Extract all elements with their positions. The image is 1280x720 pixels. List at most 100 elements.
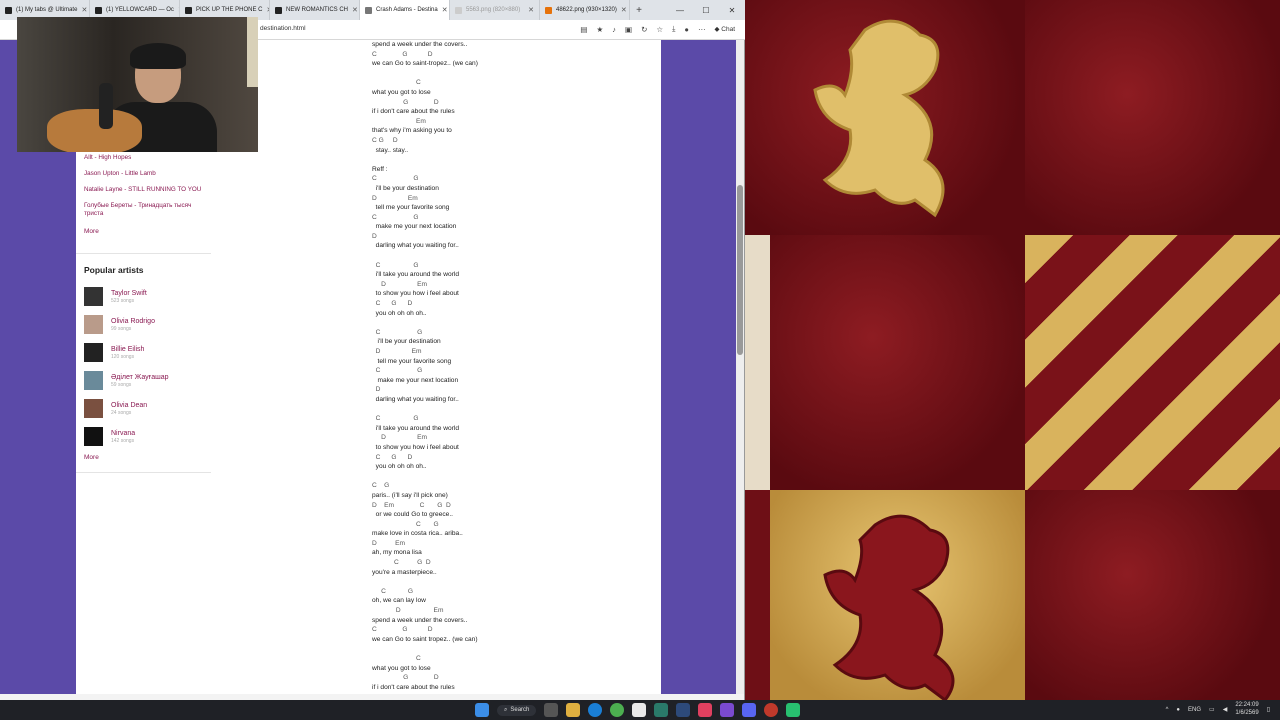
refresh-icon[interactable]: ↻ [641,25,647,34]
music-icon[interactable] [698,703,713,717]
app-icon[interactable] [632,703,647,717]
page-scrollbar[interactable] [736,40,744,694]
lyric-line: spend a week under the covers.. [372,41,468,48]
reader-icon[interactable]: ▤ [580,25,587,34]
chat-button[interactable]: ◆ Chat [714,25,735,33]
task-view-icon[interactable] [544,703,559,717]
microphone-tray-icon[interactable]: ● [1176,707,1180,713]
more-songs-link[interactable]: More [84,228,209,235]
close-window-icon[interactable]: ✕ [719,6,745,15]
scrollbar-thumb[interactable] [737,185,743,355]
tab-5563-png[interactable]: 5563.png (820×880) ✕ [450,0,540,20]
artist-item[interactable]: Olivia Rodrigo 99 songs [84,310,209,338]
lyric-line: if i don't care about the rules [372,683,455,691]
lyric-line: we can Go to saint-tropez.. (we can) [372,60,478,68]
song-link[interactable]: Natalie Layne - STILL RUNNING TO YOU [84,186,209,194]
notification-icon[interactable]: ▯ [1267,706,1270,713]
chord-line: C G [372,587,414,595]
chevron-up-icon[interactable]: ^ [1166,707,1169,713]
taskbar: ⌕ Search ^ ● ENG ▭ ◀ 22:24:09 1/6/2569 ▯ [0,700,1280,720]
tab-favicon [365,6,372,14]
lyric-line: you oh oh oh oh.. [372,309,427,317]
discord-icon[interactable] [742,703,757,717]
minimize-icon[interactable]: — [667,6,693,15]
network-icon[interactable]: ▭ [1209,706,1215,713]
artist-item[interactable]: Әділет Жауғашар 59 songs [84,366,209,394]
read-aloud-icon[interactable]: ♪ [612,25,616,34]
tab-label: (1) My tabs @ Ultimate [16,7,78,13]
profile-icon[interactable]: ● [684,25,689,34]
divider [76,253,211,254]
lyric-line: what you got to lose [372,664,431,672]
app-icon[interactable] [764,703,779,717]
edge-icon[interactable] [588,703,603,717]
chord-line: C [372,655,421,662]
taskbar-search[interactable]: ⌕ Search [497,704,537,716]
chord-line: C G [372,415,419,423]
app-icon[interactable] [786,703,801,717]
favorites-icon[interactable]: ☆ [656,25,663,34]
artist-item[interactable]: Olivia Dean 24 songs [84,394,209,422]
lyric-line: we can Go to saint tropez.. (we can) [372,635,478,643]
tab-48622-png[interactable]: 48622.png (930×1320) ✕ [540,0,630,20]
chord-line: C G [372,482,390,490]
toolbar-icons: ▤ ★ ♪ ▣ ↻ ☆ ⤓ ● ⋯ ◆ Chat [580,24,735,34]
popular-artists-heading: Popular artists [84,265,144,275]
tab-label: 48622.png (930×1320) [556,7,617,13]
webcam-lamp [247,17,258,87]
download-icon[interactable]: ⤓ [672,24,675,34]
extension-icon[interactable]: ▣ [625,25,632,34]
close-icon[interactable]: ✕ [442,6,448,14]
artist-song-count: 99 songs [111,325,132,332]
guitar-icon [47,109,142,152]
url-input[interactable]: destination.html [260,25,306,32]
windows-start-icon[interactable] [475,703,489,717]
song-link[interactable]: Голубые Береты - Тринадцать тысяч триста [84,202,209,218]
chord-line: C G [372,261,419,269]
tab-favicon [5,6,12,14]
tab-new-romantics[interactable]: NEW ROMANTICS CH ✕ [270,0,360,20]
artist-item[interactable]: Taylor Swift 523 songs [84,282,209,310]
tab-favicon [545,6,552,14]
close-icon[interactable]: ✕ [81,6,87,14]
chord-line: D Em [372,194,418,202]
volume-icon[interactable]: ◀ [1223,706,1228,713]
steam-icon[interactable] [676,703,691,717]
close-icon[interactable]: ✕ [621,6,627,14]
wallpaper [745,0,1280,700]
artist-name: Olivia Dean [111,401,148,409]
lyric-line: if i don't care about the rules [372,108,455,116]
song-link[interactable]: Jason Upton - Little Lamb [84,170,209,178]
language-indicator[interactable]: ENG [1188,707,1201,713]
chord-line: C G D [372,136,398,144]
file-explorer-icon[interactable] [566,703,581,717]
lyric-line: make me your next location [372,376,459,384]
close-icon[interactable]: ✕ [352,6,358,14]
artist-name: Әділет Жауғашар [111,373,169,381]
red-lion-icon [823,514,955,700]
song-list: Allt - High Hopes Jason Upton - Little L… [84,154,209,235]
favorite-star-icon[interactable]: ★ [596,25,603,34]
app-icon[interactable] [654,703,669,717]
tab-favicon [95,6,102,14]
chord-line: C G D [372,559,431,567]
maximize-icon[interactable]: ☐ [693,6,719,15]
lyric-line: tell me your favorite song [372,357,452,365]
avatar [84,314,103,334]
tab-crash-adams[interactable]: Crash Adams - Destina ✕ [360,0,450,20]
artist-item[interactable]: Nirvana 142 songs [84,422,209,450]
menu-icon[interactable]: ⋯ [698,25,706,34]
chrome-icon[interactable] [610,703,625,717]
clock[interactable]: 22:24:09 1/6/2569 [1235,702,1258,717]
lyric-line: or we could Go to greece.. [372,511,453,519]
artist-item[interactable]: Billie Eilish 120 songs [84,338,209,366]
avatar [84,398,103,418]
avatar [84,342,103,362]
tab-label: Crash Adams - Destina [376,7,438,13]
close-icon[interactable]: ✕ [528,6,534,14]
new-tab-button[interactable]: + [630,5,648,16]
song-link[interactable]: Allt - High Hopes [84,154,209,162]
app-icon[interactable] [720,703,735,717]
more-artists-link[interactable]: More [84,454,99,461]
